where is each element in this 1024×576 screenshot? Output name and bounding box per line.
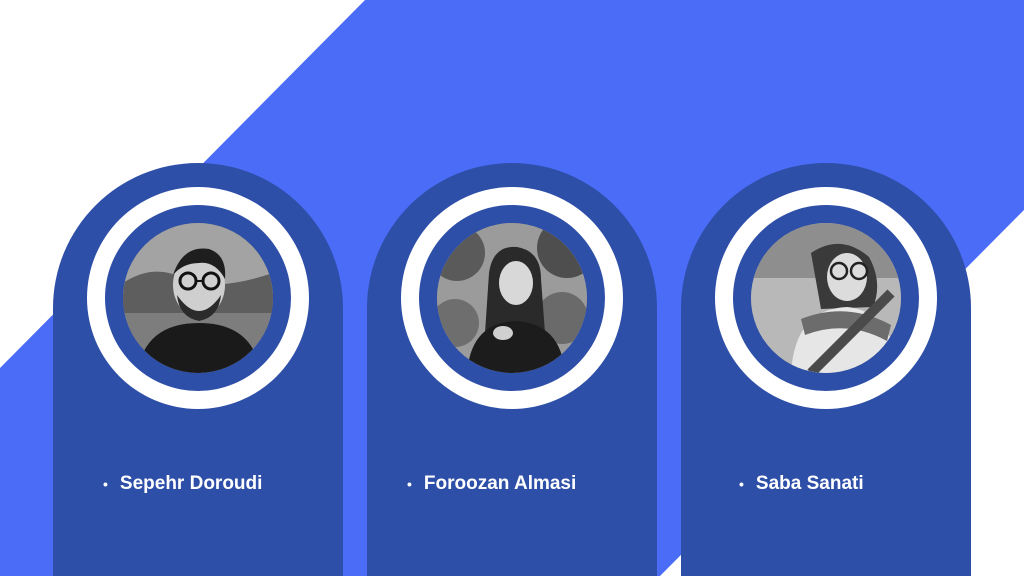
team-member-name-row: • Saba Sanati: [681, 473, 1024, 495]
bullet-icon: •: [407, 476, 412, 492]
team-card-2: • Foroozan Almasi: [367, 163, 657, 576]
bullet-icon: •: [103, 476, 108, 492]
photo-ring: [401, 187, 623, 409]
bullet-icon: •: [739, 476, 744, 492]
team-member-name: Sepehr Doroudi: [119, 473, 263, 494]
team-card-3: • Saba Sanati: [681, 163, 971, 576]
avatar: [751, 223, 901, 373]
photo-ring: [87, 187, 309, 409]
avatar: [123, 223, 273, 373]
team-member-name: Foroozan Almasi: [423, 473, 577, 494]
team-member-name-row: • Sepehr Doroudi: [53, 473, 393, 495]
photo-ring: [715, 187, 937, 409]
team-card-1: • Sepehr Doroudi: [53, 163, 343, 576]
avatar: [437, 223, 587, 373]
team-member-name: Saba Sanati: [755, 473, 864, 494]
team-member-name-row: • Foroozan Almasi: [367, 473, 697, 495]
